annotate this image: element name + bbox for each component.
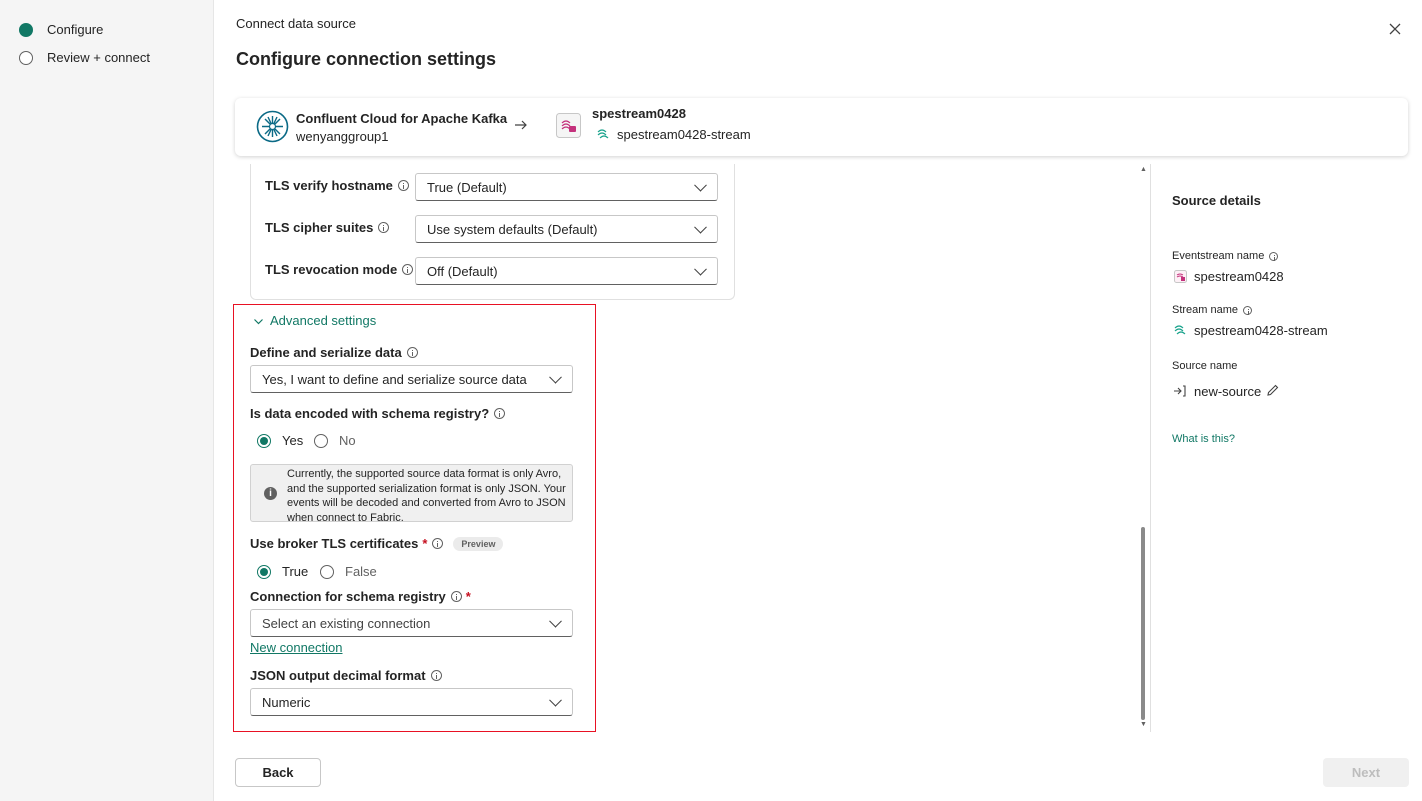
info-icon[interactable] bbox=[1269, 251, 1279, 261]
info-message-text: Currently, the supported source data for… bbox=[287, 468, 566, 524]
info-icon[interactable] bbox=[406, 347, 418, 358]
required-mark: * bbox=[422, 536, 428, 551]
eventstream-icon bbox=[1174, 270, 1187, 288]
json-decimal-label: JSON output decimal format bbox=[250, 668, 442, 683]
broker-tls-label: Use broker TLS certificates * Preview bbox=[250, 536, 504, 551]
what-is-this-link[interactable]: What is this? bbox=[1172, 433, 1235, 445]
chevron-down-icon bbox=[253, 315, 264, 326]
step-label: Configure bbox=[47, 22, 104, 37]
stream-icon bbox=[596, 127, 610, 141]
chevron-down-icon bbox=[694, 262, 707, 276]
source-name: Confluent Cloud for Apache Kafka bbox=[296, 111, 508, 126]
sign-in-icon bbox=[1173, 384, 1187, 398]
info-icon[interactable] bbox=[378, 222, 390, 233]
destination-stream: spestream0428-stream bbox=[617, 127, 751, 142]
step-label: Review + connect bbox=[47, 50, 150, 65]
step-configure[interactable]: Configure bbox=[19, 22, 103, 37]
tls-verify-hostname-label: TLS verify hostname bbox=[265, 178, 409, 193]
eventstream-icon bbox=[556, 113, 581, 138]
conn-schema-registry-label: Connection for schema registry * bbox=[250, 589, 471, 604]
tls-revocation-mode-label: TLS revocation mode bbox=[265, 262, 414, 277]
info-icon[interactable] bbox=[430, 670, 442, 681]
source-name-label: Source name bbox=[1172, 360, 1238, 372]
details-title: Source details bbox=[1172, 193, 1261, 208]
page-title: Configure connection settings bbox=[236, 49, 497, 69]
step-inactive-indicator bbox=[19, 50, 33, 65]
info-filled-icon: i bbox=[264, 487, 277, 500]
define-serialize-dropdown[interactable]: Yes, I want to define and serialize sour… bbox=[250, 365, 573, 393]
step-review-connect[interactable]: Review + connect bbox=[19, 50, 150, 65]
info-icon[interactable] bbox=[402, 264, 414, 275]
info-icon[interactable] bbox=[1243, 305, 1253, 315]
info-icon[interactable] bbox=[397, 180, 409, 191]
source-details-panel: Source details Eventstream name spestrea… bbox=[1150, 164, 1409, 732]
schema-no-radio-option[interactable]: No bbox=[314, 433, 356, 448]
radio-unselected[interactable] bbox=[314, 433, 328, 448]
scroll-down-icon[interactable]: ▼ bbox=[1140, 721, 1147, 728]
advanced-settings-toggle[interactable]: Advanced settings bbox=[253, 313, 376, 328]
source-name-value: new-source bbox=[1194, 384, 1262, 399]
json-decimal-dropdown[interactable]: Numeric bbox=[250, 688, 573, 716]
steps-panel: Configure Review + connect bbox=[0, 0, 214, 801]
scrollbar-thumb[interactable] bbox=[1141, 527, 1145, 720]
radio-unselected[interactable] bbox=[320, 564, 334, 579]
schema-yes-radio-option[interactable]: Yes bbox=[257, 433, 303, 448]
chevron-down-icon bbox=[694, 220, 707, 234]
eventstream-name-label: Eventstream name bbox=[1172, 250, 1279, 262]
preview-badge: Preview bbox=[453, 536, 504, 551]
breadcrumb: Connect data source bbox=[236, 16, 356, 31]
close-icon[interactable] bbox=[1386, 20, 1404, 38]
info-icon[interactable] bbox=[450, 591, 462, 602]
next-button[interactable]: Next bbox=[1323, 758, 1409, 787]
connection-summary-bar: Confluent Cloud for Apache Kafka wenyang… bbox=[235, 98, 1408, 156]
chevron-down-icon bbox=[694, 178, 707, 192]
broker-true-radio-option[interactable]: True bbox=[257, 564, 308, 579]
confluent-kafka-icon bbox=[256, 110, 289, 143]
define-serialize-label: Define and serialize data bbox=[250, 345, 418, 360]
tls-cipher-suites-label: TLS cipher suites bbox=[265, 220, 390, 235]
arrow-right-icon bbox=[514, 118, 528, 132]
info-message-bar: i Currently, the supported source data f… bbox=[250, 464, 573, 524]
destination-name: spestream0428 bbox=[592, 106, 686, 121]
new-connection-link[interactable]: New connection bbox=[250, 640, 343, 655]
required-mark: * bbox=[465, 589, 471, 604]
stream-icon bbox=[1173, 323, 1187, 337]
tls-revocation-mode-dropdown[interactable]: Off (Default) bbox=[415, 257, 718, 285]
chevron-down-icon bbox=[549, 693, 562, 707]
tls-cipher-suites-dropdown[interactable]: Use system defaults (Default) bbox=[415, 215, 718, 243]
tls-verify-hostname-dropdown[interactable]: True (Default) bbox=[415, 173, 718, 201]
scroll-up-icon[interactable]: ▲ bbox=[1140, 166, 1147, 173]
schema-registry-question-label: Is data encoded with schema registry? bbox=[250, 406, 506, 421]
broker-false-radio-option[interactable]: False bbox=[320, 564, 377, 579]
info-icon[interactable] bbox=[494, 408, 506, 419]
edit-pencil-icon[interactable] bbox=[1265, 383, 1280, 398]
radio-selected[interactable] bbox=[257, 564, 271, 579]
step-active-indicator bbox=[19, 22, 33, 37]
stream-name-label: Stream name bbox=[1172, 304, 1253, 316]
source-sub: wenyanggroup1 bbox=[296, 129, 389, 144]
back-button[interactable]: Back bbox=[235, 758, 321, 787]
conn-schema-registry-dropdown[interactable]: Select an existing connection bbox=[250, 609, 573, 637]
chevron-down-icon bbox=[549, 370, 562, 384]
radio-selected[interactable] bbox=[257, 433, 271, 448]
info-icon[interactable] bbox=[432, 538, 444, 549]
stream-name-value: spestream0428-stream bbox=[1194, 323, 1328, 338]
chevron-down-icon bbox=[549, 614, 562, 628]
eventstream-name-value: spestream0428 bbox=[1194, 269, 1284, 284]
